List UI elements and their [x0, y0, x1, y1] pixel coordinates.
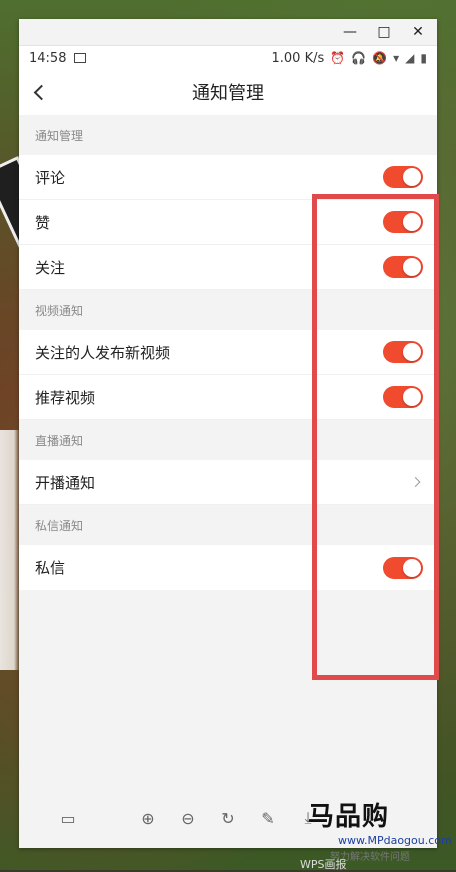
- page-header: 通知管理: [19, 71, 437, 113]
- network-speed: 1.00 K/s: [271, 50, 325, 66]
- setting-row-live-start[interactable]: 开播通知: [19, 460, 437, 505]
- setting-label: 开播通知: [35, 473, 96, 492]
- alarm-icon: ⏰: [330, 51, 346, 65]
- chevron-right-icon: [410, 477, 421, 487]
- setting-row-comment: 评论: [19, 155, 437, 200]
- comment-toggle[interactable]: [383, 166, 423, 188]
- zoom-out-icon[interactable]: ⊖: [177, 807, 199, 829]
- toggle-knob: [403, 168, 421, 186]
- download-icon[interactable]: ⤓: [297, 807, 319, 829]
- followed-new-video-toggle[interactable]: [383, 341, 423, 363]
- gallery-icon: [74, 53, 87, 63]
- status-time: 14:58: [29, 50, 67, 66]
- setting-row-private-message: 私信: [19, 545, 437, 590]
- emulator-window: — □ ✕ 14:58 1.00 K/s ⏰ 🎧 🔕 ▾ ◢ ▮ 通知管理 通知…: [19, 19, 437, 848]
- setting-label: 评论: [35, 168, 66, 187]
- follow-toggle[interactable]: [383, 256, 423, 278]
- section-title: 通知管理: [19, 115, 437, 155]
- setting-label: 关注: [35, 258, 66, 277]
- setting-row-like: 赞: [19, 200, 437, 245]
- layout-icon[interactable]: ▭: [57, 807, 79, 829]
- mute-icon: 🔕: [372, 51, 388, 65]
- section-title: 私信通知: [19, 505, 437, 545]
- edit-icon[interactable]: ✎: [257, 807, 279, 829]
- status-right: 1.00 K/s ⏰ 🎧 🔕 ▾ ◢ ▮: [272, 45, 428, 71]
- battery-icon: ▮: [420, 51, 427, 65]
- headphone-icon: 🎧: [351, 51, 367, 65]
- minimize-icon[interactable]: —: [333, 19, 367, 45]
- chevron-left-icon: [33, 84, 49, 100]
- setting-label: 赞: [35, 213, 51, 232]
- close-icon[interactable]: ✕: [401, 19, 435, 45]
- section-title: 视频通知: [19, 290, 437, 330]
- window-titlebar: — □ ✕: [19, 19, 437, 46]
- settings-list: 通知管理 评论 赞 关注 视频通知 关注的人发布新视频 推荐视频 直播通知 开播…: [19, 115, 437, 848]
- setting-row-followed-new-video: 关注的人发布新视频: [19, 330, 437, 375]
- setting-row-follow: 关注: [19, 245, 437, 290]
- wifi-icon: ▾: [393, 51, 400, 65]
- maximize-icon[interactable]: □: [367, 19, 401, 45]
- recommended-video-toggle[interactable]: [383, 386, 423, 408]
- toggle-knob: [403, 258, 421, 276]
- like-toggle[interactable]: [383, 211, 423, 233]
- toggle-knob: [403, 388, 421, 406]
- setting-row-recommended-video: 推荐视频: [19, 375, 437, 420]
- zoom-in-icon[interactable]: ⊕: [137, 807, 159, 829]
- section-title: 直播通知: [19, 420, 437, 460]
- toggle-knob: [403, 213, 421, 231]
- signal-icon: ◢: [405, 51, 415, 65]
- background-highlight: [0, 430, 20, 670]
- setting-label: 推荐视频: [35, 388, 96, 407]
- back-button[interactable]: [29, 82, 49, 102]
- toggle-knob: [403, 558, 421, 577]
- page-title: 通知管理: [192, 83, 264, 104]
- private-message-toggle[interactable]: [383, 556, 423, 579]
- status-bar: 14:58 1.00 K/s ⏰ 🎧 🔕 ▾ ◢ ▮: [19, 45, 437, 71]
- viewer-toolbar: ▭ ⊕ ⊖ ↻ ✎ ⤓: [19, 797, 437, 839]
- rotate-icon[interactable]: ↻: [217, 807, 239, 829]
- toggle-knob: [403, 343, 421, 361]
- setting-label: 关注的人发布新视频: [35, 343, 171, 362]
- setting-label: 私信: [35, 559, 66, 577]
